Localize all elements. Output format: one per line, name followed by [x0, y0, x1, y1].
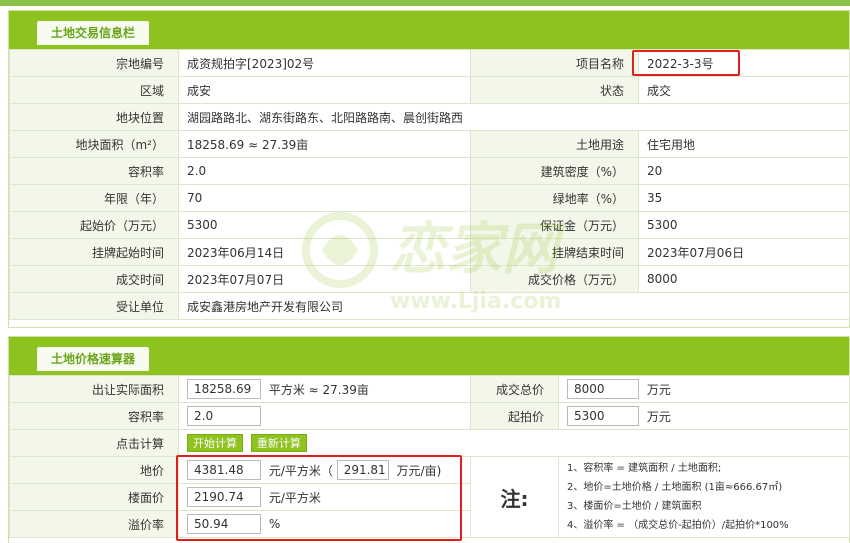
location-value: 湖园路路北、湖东街路东、北阳路路南、晨创街路西: [178, 103, 850, 131]
land-price-label: 地价: [9, 456, 179, 484]
starting-price-cell: 5300 万元: [558, 402, 850, 430]
term-value: 70: [178, 184, 471, 212]
calculator-table: 出让实际面积 18258.69 平方米 ≈ 27.39亩 成交总价 8000 万…: [9, 375, 850, 538]
green-ratio-value: 35: [638, 184, 850, 212]
deal-price-value: 8000: [638, 265, 850, 293]
calc-far-label: 容积率: [9, 402, 179, 430]
actual-area-label: 出让实际面积: [9, 375, 179, 403]
table-row: 起始价（万元） 5300 保证金（万元） 5300: [9, 211, 850, 239]
deal-time-label: 成交时间: [9, 265, 179, 293]
total-price-cell: 8000 万元: [558, 375, 850, 403]
start-calculate-button[interactable]: 开始计算: [187, 434, 243, 452]
listing-end-value: 2023年07月06日: [638, 238, 850, 266]
status-value: 成交: [638, 76, 850, 104]
deal-time-value: 2023年07月07日: [178, 265, 471, 293]
land-info-header: 土地交易信息栏: [9, 11, 849, 49]
table-row: 点击计算 开始计算 重新计算: [9, 429, 850, 457]
table-row: 成交时间 2023年07月07日 成交价格（万元） 8000: [9, 265, 850, 293]
note-cell: 注:: [470, 456, 559, 538]
table-row: 地块面积（m²） 18258.69 ≈ 27.39亩 土地用途 住宅用地: [9, 130, 850, 158]
recalculate-button[interactable]: 重新计算: [250, 434, 307, 452]
table-row: 挂牌起始时间 2023年06月14日 挂牌结束时间 2023年07月06日: [9, 238, 850, 266]
premium-rate-label: 溢价率: [9, 510, 179, 538]
table-row: 地块位置 湖园路路北、湖东街路东、北阳路路南、晨创街路西: [9, 103, 850, 131]
deal-price-label: 成交价格（万元）: [470, 265, 639, 293]
far-value: 2.0: [178, 157, 471, 185]
table-row: 年限（年） 70 绿地率（%） 35: [9, 184, 850, 212]
buyer-value: 成安鑫港房地产开发有限公司: [178, 292, 850, 320]
note-line: 2、地价=土地价格 / 土地面积 (1亩≈666.67㎡): [567, 482, 783, 493]
project-name-label: 项目名称: [470, 49, 639, 77]
density-label: 建筑密度（%）: [470, 157, 639, 185]
start-price-label: 起始价（万元）: [9, 211, 179, 239]
notes-cell: 1、容积率 = 建筑面积 / 土地面积; 2、地价=土地价格 / 土地面积 (1…: [558, 456, 850, 538]
floor-price-input[interactable]: 2190.74: [187, 487, 261, 507]
parcel-no-value: 成资规拍字[2023]02号: [178, 49, 471, 77]
area-value: 18258.69 ≈ 27.39亩: [178, 130, 471, 158]
land-info-table: 宗地编号 成资规拍字[2023]02号 项目名称 2022-3-3号 区域 成安…: [9, 49, 850, 320]
table-row: 容积率 2.0 建筑密度（%） 20: [9, 157, 850, 185]
note-label: 注:: [500, 486, 529, 511]
calc-far-cell: 2.0: [178, 402, 471, 430]
land-price-unit: 元/平方米（: [268, 463, 333, 478]
table-row: 容积率 2.0 起拍价 5300 万元: [9, 402, 850, 430]
region-label: 区域: [9, 76, 179, 104]
actual-area-input[interactable]: 18258.69: [187, 379, 261, 399]
far-label: 容积率: [9, 157, 179, 185]
starting-price-input[interactable]: 5300: [567, 406, 639, 426]
location-label: 地块位置: [9, 103, 179, 131]
floor-price-unit: 元/平方米: [268, 490, 321, 505]
note-line: 4、溢价率 = （成交总价-起拍价）/起拍价*100%: [567, 520, 789, 531]
price-calculator-panel: 土地价格速算器 出让实际面积 18258.69 平方米 ≈ 27.39亩 成交总…: [8, 336, 850, 543]
total-price-input[interactable]: 8000: [567, 379, 639, 399]
land-price-input[interactable]: 4381.48: [187, 460, 261, 480]
starting-price-unit: 万元: [646, 409, 671, 424]
density-value: 20: [638, 157, 850, 185]
term-label: 年限（年）: [9, 184, 179, 212]
table-row: 地价 4381.48 元/平方米（ 291.81 万元/亩) 注: 1、容积率 …: [9, 456, 850, 538]
project-name-value: 2022-3-3号: [638, 49, 850, 77]
table-row: 出让实际面积 18258.69 平方米 ≈ 27.39亩 成交总价 8000 万…: [9, 375, 850, 403]
deposit-value: 5300: [638, 211, 850, 239]
listing-start-label: 挂牌起始时间: [9, 238, 179, 266]
calc-far-input[interactable]: 2.0: [187, 406, 261, 426]
land-price-mu-input[interactable]: 291.81: [336, 460, 389, 480]
parcel-no-label: 宗地编号: [9, 49, 179, 77]
buyer-label: 受让单位: [9, 292, 179, 320]
listing-end-label: 挂牌结束时间: [470, 238, 639, 266]
table-row: 区域 成安 状态 成交: [9, 76, 850, 104]
calc-buttons-cell: 开始计算 重新计算: [178, 429, 850, 457]
top-accent-bar: [0, 0, 850, 6]
calculator-header: 土地价格速算器: [9, 337, 849, 375]
area-label: 地块面积（m²）: [9, 130, 179, 158]
listing-start-value: 2023年06月14日: [178, 238, 471, 266]
floor-price-label: 楼面价: [9, 483, 179, 511]
starting-price-label: 起拍价: [470, 402, 559, 430]
premium-rate-input[interactable]: 50.94: [187, 514, 261, 534]
total-price-unit: 万元: [646, 382, 671, 397]
deposit-label: 保证金（万元）: [470, 211, 639, 239]
floor-price-cell: 2190.74 元/平方米: [178, 483, 471, 511]
table-row: 宗地编号 成资规拍字[2023]02号 项目名称 2022-3-3号: [9, 49, 850, 77]
calculator-title: 土地价格速算器: [37, 347, 150, 371]
land-use-label: 土地用途: [470, 130, 639, 158]
total-price-label: 成交总价: [470, 375, 559, 403]
land-price-mu-unit: 万元/亩): [396, 463, 442, 478]
land-info-panel: 土地交易信息栏 宗地编号 成资规拍字[2023]02号 项目名称 2022-3-…: [8, 10, 850, 328]
green-ratio-label: 绿地率（%）: [470, 184, 639, 212]
actual-area-unit: 平方米 ≈ 27.39亩: [268, 382, 369, 397]
premium-rate-cell: 50.94 %: [178, 510, 471, 538]
land-use-value: 住宅用地: [638, 130, 850, 158]
premium-rate-unit: %: [268, 517, 281, 531]
note-line: 3、楼面价=土地价 / 建筑面积: [567, 501, 702, 512]
start-price-value: 5300: [178, 211, 471, 239]
table-row: 受让单位 成安鑫港房地产开发有限公司: [9, 292, 850, 320]
land-info-title: 土地交易信息栏: [37, 21, 150, 45]
land-price-cell: 4381.48 元/平方米（ 291.81 万元/亩): [178, 456, 471, 484]
note-line: 1、容积率 = 建筑面积 / 土地面积;: [567, 463, 722, 474]
click-calc-label: 点击计算: [9, 429, 179, 457]
region-value: 成安: [178, 76, 471, 104]
actual-area-cell: 18258.69 平方米 ≈ 27.39亩: [178, 375, 471, 403]
status-label: 状态: [470, 76, 639, 104]
